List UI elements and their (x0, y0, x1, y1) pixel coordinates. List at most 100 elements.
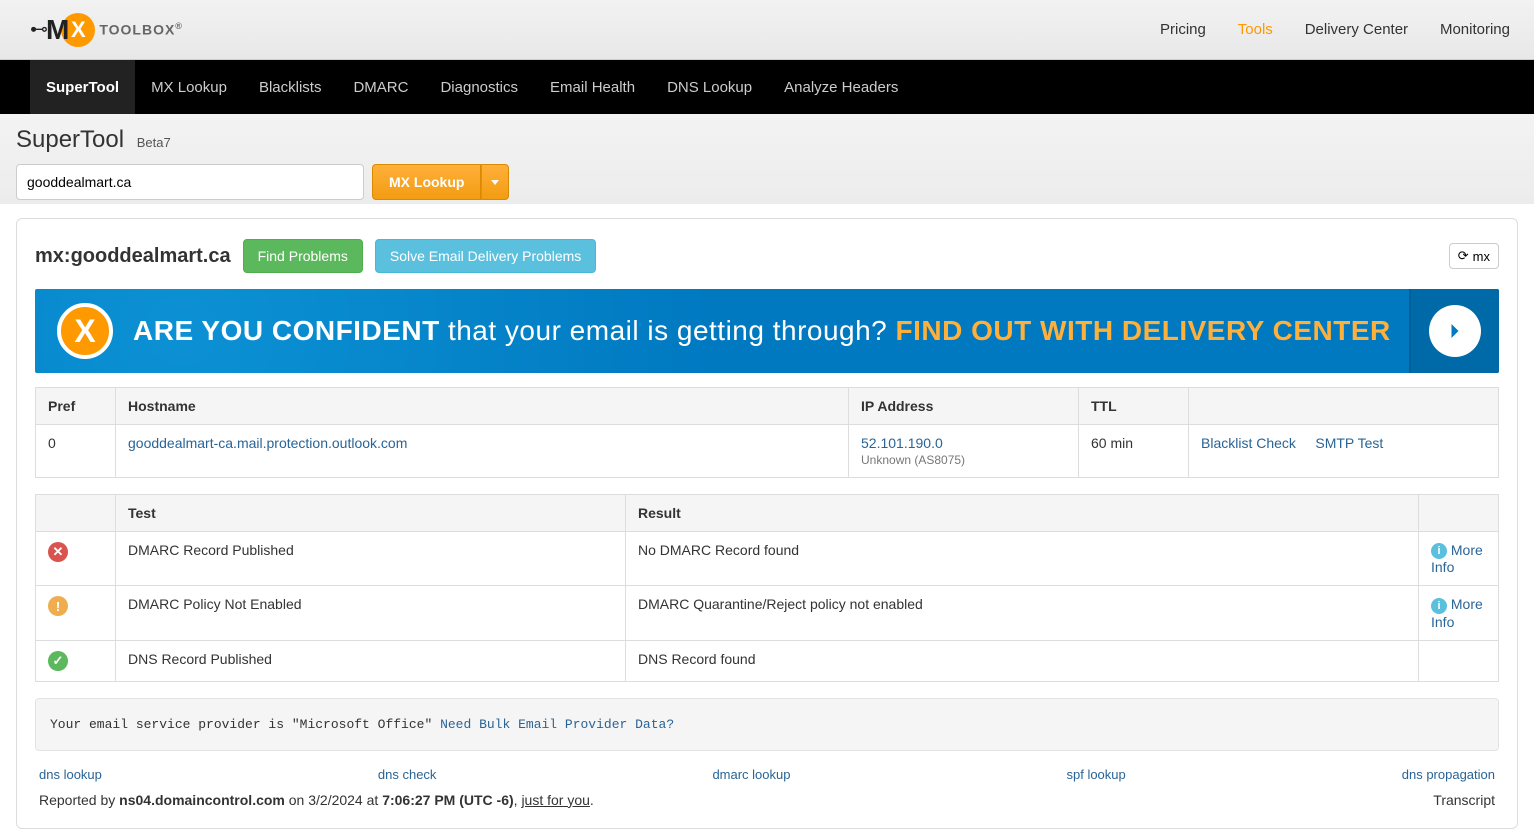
banner-middle: that your email is getting through? (440, 315, 896, 346)
query-header: mx:gooddealmart.ca Find Problems Solve E… (35, 239, 1499, 273)
cell-result: DNS Record found (626, 640, 1419, 681)
report-text: Reported by ns04.domaincontrol.com on 3/… (39, 792, 594, 808)
bulk-provider-link[interactable]: Need Bulk Email Provider Data? (440, 717, 674, 732)
subnav-dmarc[interactable]: DMARC (337, 60, 424, 114)
tests-table: Test Result ✕ DMARC Record Published No … (35, 494, 1499, 682)
domain-input[interactable] (16, 164, 364, 200)
banner-arrow-button[interactable] (1409, 289, 1499, 373)
transcript-link[interactable]: Transcript (1433, 792, 1495, 808)
info-icon: i (1431, 598, 1447, 614)
beta-badge: Beta7 (137, 135, 171, 150)
query-label: mx:gooddealmart.ca (35, 245, 231, 268)
cell-more: i More Info (1419, 532, 1499, 586)
solve-problems-button[interactable]: Solve Email Delivery Problems (375, 239, 596, 273)
cell-test: DNS Record Published (116, 640, 626, 681)
cell-ttl: 60 min (1079, 425, 1189, 478)
dns-lookup-link[interactable]: dns lookup (39, 767, 102, 782)
col-status (36, 495, 116, 532)
col-ttl: TTL (1079, 388, 1189, 425)
page-title-text: SuperTool (16, 126, 124, 153)
tools-subnav: SuperTool MX Lookup Blacklists DMARC Dia… (0, 60, 1534, 114)
hostname-link[interactable]: gooddealmart-ca.mail.protection.outlook.… (128, 435, 407, 451)
logo-text: TOOLBOX® (99, 21, 183, 38)
subnav-email-health[interactable]: Email Health (534, 60, 651, 114)
cell-status: ✕ (36, 532, 116, 586)
banner-bold: ARE YOU CONFIDENT (133, 315, 440, 346)
related-lookups: dns lookup dns check dmarc lookup spf lo… (35, 767, 1499, 788)
nav-pricing[interactable]: Pricing (1160, 21, 1206, 38)
logo-m: M (46, 14, 67, 46)
dmarc-lookup-link[interactable]: dmarc lookup (712, 767, 790, 782)
col-hostname: Hostname (116, 388, 849, 425)
report-footer: Reported by ns04.domaincontrol.com on 3/… (35, 788, 1499, 818)
col-ip: IP Address (849, 388, 1079, 425)
email-provider-note: Your email service provider is "Microsof… (35, 698, 1499, 751)
refresh-icon: ⟳ (1458, 248, 1469, 264)
subnav-diagnostics[interactable]: Diagnostics (424, 60, 534, 114)
col-result: Result (626, 495, 1419, 532)
logo[interactable]: ⊷ M X TOOLBOX® (30, 13, 183, 47)
table-row: ! DMARC Policy Not Enabled DMARC Quarant… (36, 586, 1499, 640)
blacklist-check-link[interactable]: Blacklist Check (1201, 435, 1296, 451)
cell-test: DMARC Policy Not Enabled (116, 586, 626, 640)
col-more (1419, 495, 1499, 532)
lookup-dropdown-toggle[interactable] (481, 164, 509, 200)
cell-actions: Blacklist Check SMTP Test (1189, 425, 1499, 478)
banner-text: ARE YOU CONFIDENT that your email is get… (133, 315, 1409, 347)
nav-delivery-center[interactable]: Delivery Center (1305, 21, 1408, 38)
col-test: Test (116, 495, 626, 532)
report-time: 7:06:27 PM (UTC -6) (382, 792, 513, 808)
subnav-analyze-headers[interactable]: Analyze Headers (768, 60, 914, 114)
top-header: ⊷ M X TOOLBOX® Pricing Tools Delivery Ce… (0, 0, 1534, 60)
subnav-dns-lookup[interactable]: DNS Lookup (651, 60, 768, 114)
just-for-you-link[interactable]: just for you (521, 792, 589, 808)
subnav-mx-lookup[interactable]: MX Lookup (135, 60, 243, 114)
error-icon: ✕ (48, 542, 68, 562)
cell-status: ✓ (36, 640, 116, 681)
cell-more (1419, 640, 1499, 681)
ip-asn-note: Unknown (AS8075) (861, 453, 1066, 467)
top-nav: Pricing Tools Delivery Center Monitoring (1146, 21, 1524, 38)
cell-more: i More Info (1419, 586, 1499, 640)
success-icon: ✓ (48, 651, 68, 671)
mx-records-table: Pref Hostname IP Address TTL 0 gooddealm… (35, 387, 1499, 478)
cell-test: DMARC Record Published (116, 532, 626, 586)
results-card: mx:gooddealmart.ca Find Problems Solve E… (16, 218, 1518, 829)
nav-monitoring[interactable]: Monitoring (1440, 21, 1510, 38)
dns-propagation-link[interactable]: dns propagation (1402, 767, 1495, 782)
lookup-split-button: MX Lookup (372, 164, 509, 200)
subnav-supertool[interactable]: SuperTool (30, 60, 135, 114)
subnav-blacklists[interactable]: Blacklists (243, 60, 338, 114)
page-title: SuperTool Beta7 (16, 126, 1518, 154)
report-ns: ns04.domaincontrol.com (119, 792, 285, 808)
table-row: ✕ DMARC Record Published No DMARC Record… (36, 532, 1499, 586)
cell-result: DMARC Quarantine/Reject policy not enabl… (626, 586, 1419, 640)
warning-icon: ! (48, 596, 68, 616)
search-row: MX Lookup (16, 164, 1518, 200)
nav-tools[interactable]: Tools (1238, 21, 1273, 38)
delivery-center-banner[interactable]: X ARE YOU CONFIDENT that your email is g… (35, 289, 1499, 373)
cell-hostname: gooddealmart-ca.mail.protection.outlook.… (116, 425, 849, 478)
table-row: ✓ DNS Record Published DNS Record found (36, 640, 1499, 681)
cell-pref: 0 (36, 425, 116, 478)
page-body: SuperTool Beta7 MX Lookup mx:gooddealmar… (0, 114, 1534, 829)
refresh-label: mx (1473, 249, 1490, 264)
arrow-right-icon (1429, 305, 1481, 357)
table-row: 0 gooddealmart-ca.mail.protection.outloo… (36, 425, 1499, 478)
banner-x-icon: X (57, 303, 113, 359)
more-info-link[interactable]: i More Info (1431, 596, 1483, 629)
cell-status: ! (36, 586, 116, 640)
refresh-button[interactable]: ⟳ mx (1449, 243, 1499, 269)
ip-link[interactable]: 52.101.190.0 (861, 435, 943, 451)
mx-lookup-button[interactable]: MX Lookup (372, 164, 481, 200)
dns-check-link[interactable]: dns check (378, 767, 437, 782)
info-icon: i (1431, 543, 1447, 559)
col-pref: Pref (36, 388, 116, 425)
find-problems-button[interactable]: Find Problems (243, 239, 363, 273)
col-actions (1189, 388, 1499, 425)
smtp-test-link[interactable]: SMTP Test (1315, 435, 1383, 451)
provider-text: Your email service provider is "Microsof… (50, 717, 440, 732)
more-info-link[interactable]: i More Info (1431, 542, 1483, 575)
spf-lookup-link[interactable]: spf lookup (1066, 767, 1125, 782)
chevron-down-icon (491, 180, 499, 185)
